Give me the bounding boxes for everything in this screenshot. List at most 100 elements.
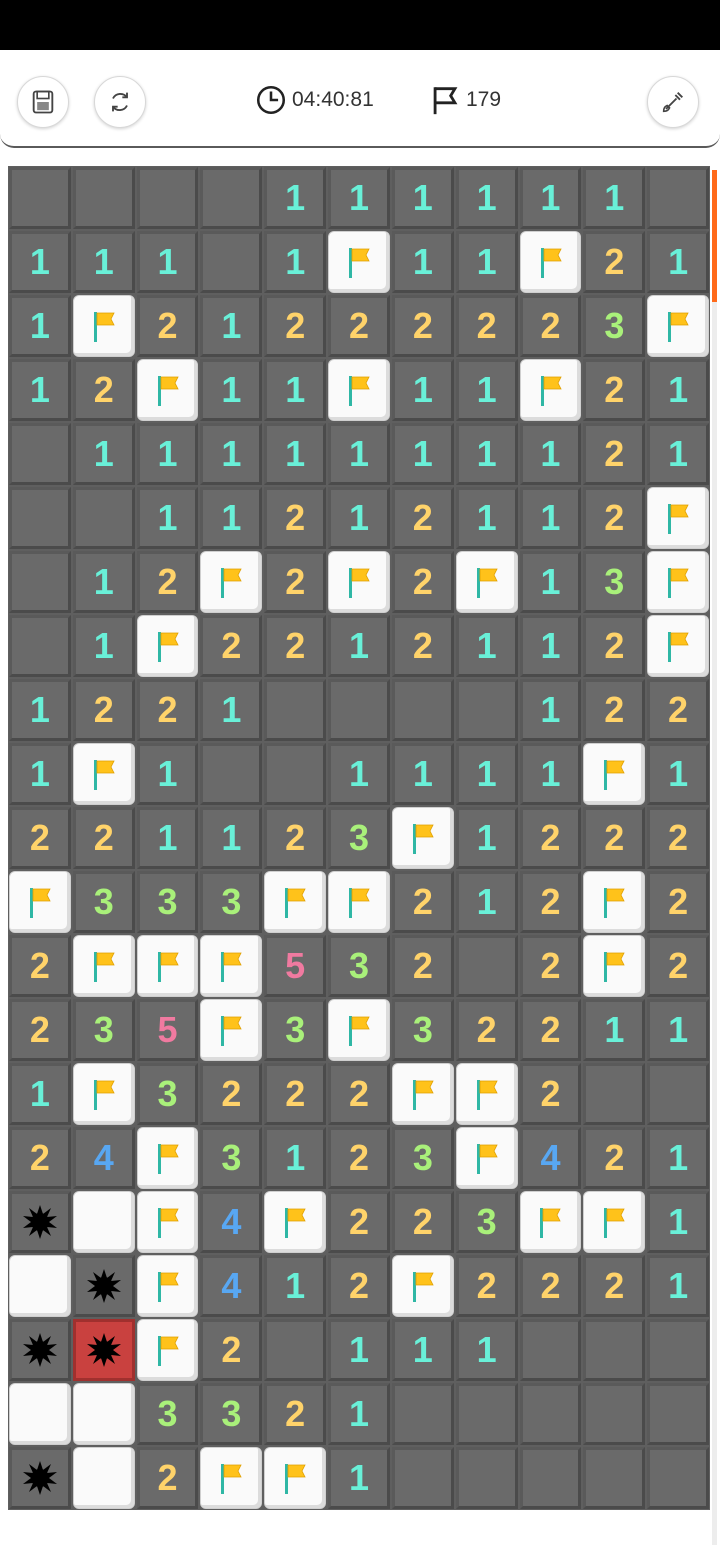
- cell-unrevealed[interactable]: [455, 679, 518, 741]
- cell-number[interactable]: 1: [264, 167, 327, 229]
- cell-number[interactable]: 1: [328, 423, 390, 485]
- cell-number[interactable]: 3: [200, 1383, 263, 1445]
- cell-flagged[interactable]: [583, 935, 646, 997]
- cell-flagged[interactable]: [583, 1191, 646, 1253]
- cell-number[interactable]: 1: [328, 1319, 390, 1381]
- cell-number[interactable]: 2: [200, 615, 263, 677]
- cell-number[interactable]: 3: [391, 999, 454, 1061]
- cell-number[interactable]: 2: [264, 487, 327, 549]
- cell-number[interactable]: 1: [519, 423, 582, 485]
- cell-number[interactable]: 1: [455, 359, 518, 421]
- cell-number[interactable]: 1: [455, 231, 518, 293]
- cell-unrevealed[interactable]: [455, 935, 518, 997]
- cell-number[interactable]: 2: [72, 359, 135, 421]
- cell-number[interactable]: 2: [647, 679, 709, 741]
- shovel-button[interactable]: [647, 76, 699, 128]
- cell-number[interactable]: 4: [200, 1191, 263, 1253]
- cell-flagged[interactable]: [136, 359, 199, 421]
- cell-number[interactable]: 1: [264, 423, 327, 485]
- cell-number[interactable]: 1: [391, 1319, 454, 1381]
- cell-number[interactable]: 1: [200, 359, 263, 421]
- cell-number[interactable]: 3: [583, 295, 646, 357]
- cell-number[interactable]: 1: [328, 1383, 390, 1445]
- cell-number[interactable]: 2: [136, 551, 199, 613]
- cell-number[interactable]: 2: [583, 423, 646, 485]
- cell-unrevealed[interactable]: [455, 1383, 518, 1445]
- cell-number[interactable]: 1: [200, 807, 263, 869]
- cell-number[interactable]: 1: [136, 743, 199, 805]
- cell-flagged[interactable]: [136, 1127, 199, 1189]
- cell-unrevealed[interactable]: [9, 551, 71, 613]
- cell-number[interactable]: 1: [9, 679, 71, 741]
- cell-number[interactable]: 3: [136, 871, 199, 933]
- cell-flagged[interactable]: [264, 1191, 327, 1253]
- cell-flagged[interactable]: [519, 1191, 582, 1253]
- cell-number[interactable]: 3: [455, 1191, 518, 1253]
- cell-number[interactable]: 3: [136, 1063, 199, 1125]
- cell-number[interactable]: 1: [519, 551, 582, 613]
- cell-number[interactable]: 2: [264, 615, 327, 677]
- cell-number[interactable]: 2: [583, 679, 646, 741]
- cell-number[interactable]: 1: [391, 359, 454, 421]
- cell-number[interactable]: 1: [455, 423, 518, 485]
- cell-number[interactable]: 1: [72, 231, 135, 293]
- cell-flagged[interactable]: [519, 359, 582, 421]
- cell-flagged[interactable]: [328, 999, 390, 1061]
- cell-number[interactable]: 3: [264, 999, 327, 1061]
- cell-number[interactable]: 5: [136, 999, 199, 1061]
- cell-unrevealed[interactable]: [455, 1447, 518, 1509]
- cell-number[interactable]: 2: [72, 679, 135, 741]
- cell-unrevealed[interactable]: [264, 679, 327, 741]
- cell-flagged[interactable]: [72, 743, 135, 805]
- cell-flagged[interactable]: [647, 295, 710, 357]
- cell-number[interactable]: 1: [9, 1063, 71, 1125]
- cell-mine[interactable]: [72, 1255, 135, 1317]
- cell-number[interactable]: 1: [391, 743, 454, 805]
- cell-number[interactable]: 2: [455, 295, 518, 357]
- cell-flagged[interactable]: [328, 231, 390, 293]
- scrollbar-thumb[interactable]: [712, 170, 717, 302]
- cell-number[interactable]: 2: [583, 807, 646, 869]
- cell-number[interactable]: 2: [328, 1063, 390, 1125]
- cell-unrevealed[interactable]: [264, 1319, 327, 1381]
- cell-flagged[interactable]: [391, 1255, 454, 1317]
- cell-number[interactable]: 2: [583, 231, 646, 293]
- cell-number[interactable]: 2: [328, 1255, 390, 1317]
- cell-number[interactable]: 1: [455, 487, 518, 549]
- cell-flagged[interactable]: [455, 1063, 518, 1125]
- cell-number[interactable]: 2: [391, 871, 454, 933]
- cell-flagged[interactable]: [328, 359, 390, 421]
- cell-number[interactable]: 1: [519, 487, 582, 549]
- cell-unrevealed[interactable]: [200, 231, 263, 293]
- cell-unrevealed[interactable]: [647, 1063, 710, 1125]
- cell-number[interactable]: 1: [72, 615, 135, 677]
- cell-number[interactable]: 2: [264, 551, 327, 613]
- cell-number[interactable]: 2: [328, 1127, 390, 1189]
- cell-flagged[interactable]: [455, 551, 518, 613]
- cell-number[interactable]: 1: [200, 295, 263, 357]
- cell-unrevealed[interactable]: [9, 167, 71, 229]
- cell-number[interactable]: 1: [391, 167, 454, 229]
- cell-number[interactable]: 2: [519, 1255, 582, 1317]
- cell-unrevealed[interactable]: [136, 167, 199, 229]
- cell-number[interactable]: 2: [647, 807, 709, 869]
- cell-number[interactable]: 1: [519, 615, 582, 677]
- cell-unrevealed[interactable]: [328, 679, 390, 741]
- cell-number[interactable]: 1: [9, 231, 71, 293]
- cell-number[interactable]: 1: [647, 231, 710, 293]
- cell-unrevealed[interactable]: [647, 167, 709, 229]
- cell-number[interactable]: 1: [647, 423, 709, 485]
- cell-number[interactable]: 2: [647, 871, 710, 933]
- cell-number[interactable]: 4: [519, 1127, 582, 1189]
- cell-flagged[interactable]: [136, 1191, 199, 1253]
- cell-number[interactable]: 4: [200, 1255, 263, 1317]
- cell-flagged[interactable]: [72, 295, 135, 357]
- cell-number[interactable]: 1: [647, 359, 710, 421]
- cell-number[interactable]: 1: [264, 231, 327, 293]
- cell-revealed-empty[interactable]: [72, 1383, 135, 1445]
- cell-unrevealed[interactable]: [200, 167, 263, 229]
- cell-number[interactable]: 2: [9, 807, 71, 869]
- cell-unrevealed[interactable]: [200, 743, 263, 805]
- cell-number[interactable]: 2: [583, 615, 646, 677]
- cell-mine[interactable]: [9, 1191, 71, 1253]
